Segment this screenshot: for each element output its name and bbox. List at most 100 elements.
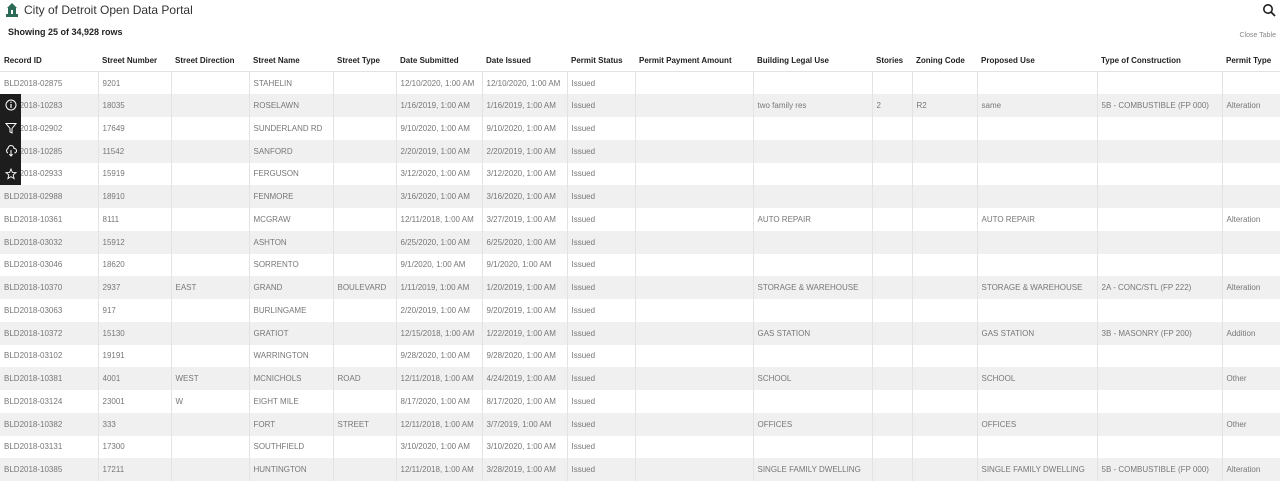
table-cell [1096, 344, 1222, 368]
table-cell: 8/17/2020, 1:00 AM [395, 390, 482, 413]
table-cell [911, 253, 977, 277]
column-header[interactable]: Zoning Code [912, 49, 977, 72]
table-cell: 19191 [97, 344, 171, 368]
table-row[interactable]: BLD2018-10385 17211 HUNTINGTON 12/11/2018, … [0, 458, 1280, 481]
table-cell [170, 139, 249, 163]
table-cell [752, 253, 872, 277]
table-cell: HUNTINGTON [248, 458, 333, 481]
column-header[interactable]: Proposed Use [977, 49, 1097, 72]
column-header[interactable]: Permit Status [567, 49, 635, 72]
table-row[interactable]: BLD2018-03131 17300 SOUTHFIELD 3/10/2020, 1… [0, 435, 1280, 459]
table-cell [1096, 390, 1222, 413]
table-cell: 18910 [97, 185, 171, 208]
column-header[interactable]: Street Direction [171, 49, 249, 72]
table-row[interactable]: BLD2018-10285 11542 SANFORD 2/20/2019, 1:00… [0, 139, 1280, 163]
table-cell: BLD2018-02875 [0, 71, 98, 95]
table-row[interactable]: BLD2018-10382 333 FORT STREET 12/11/2018, 1:… [0, 412, 1280, 436]
column-header[interactable]: Type of Construction [1097, 49, 1222, 72]
table-row[interactable]: BLD2018-10370 2937 EAST GRAND BOULEVARD 1/11/… [0, 276, 1280, 299]
table-row[interactable]: BLD2018-02933 15919 FERGUSON 3/12/2020, 1:0… [0, 162, 1280, 186]
table-cell: 9/1/2020, 1:00 AM [481, 253, 567, 277]
table-cell [871, 321, 912, 345]
table-row[interactable]: BLD2018-10381 4001 WEST MCNICHOLS ROAD 12/11/… [0, 367, 1280, 390]
table-cell [752, 185, 872, 208]
table-cell: 9/10/2020, 1:00 AM [395, 117, 482, 140]
table-cell: 12/10/2020, 1:00 AM [395, 71, 482, 95]
table-cell: Issued [566, 321, 635, 345]
table-row[interactable]: BLD2018-03102 19191 WARRINGTON 9/28/2020, 1… [0, 344, 1280, 368]
table-row[interactable]: BLD2018-10283 18035 ROSELAWN 1/16/2019, 1:0… [0, 94, 1280, 117]
table-cell: SCHOOL [752, 367, 872, 390]
column-header[interactable]: Permit Type [1222, 49, 1280, 72]
table-cell [911, 435, 977, 459]
table-cell [170, 71, 249, 95]
table-cell: Alteration [1221, 208, 1280, 231]
table-cell: WEST [170, 367, 249, 390]
table-row[interactable]: BLD2018-03032 15912 ASHTON 6/25/2020, 1:00 … [0, 230, 1280, 254]
table-cell: AUTO REPAIR [976, 208, 1097, 231]
table-cell: 9/1/2020, 1:00 AM [395, 253, 482, 277]
table-cell [634, 435, 753, 459]
info-icon [5, 99, 16, 111]
table-row[interactable]: BLD2018-02988 18910 FENMORE 3/16/2020, 1:00… [0, 185, 1280, 208]
table-cell [332, 117, 396, 140]
column-header[interactable]: Street Name [249, 49, 333, 72]
column-header[interactable]: Building Legal Use [753, 49, 872, 72]
close-table-link[interactable]: Close Table [1240, 32, 1276, 39]
table-cell: 12/10/2020, 1:00 AM [481, 71, 567, 95]
table-cell: 15130 [97, 321, 171, 345]
column-header[interactable]: Stories [872, 49, 912, 72]
table-cell [911, 208, 977, 231]
info-button[interactable] [0, 94, 21, 117]
table-cell: BLD2018-03102 [0, 344, 98, 368]
table-row[interactable]: BLD2018-10361 8111 MCGRAW 12/11/2018, 1:00 … [0, 208, 1280, 231]
column-header[interactable]: Street Type [333, 49, 396, 72]
table-cell: BLD2018-10385 [0, 458, 98, 481]
filter-button[interactable] [0, 117, 21, 140]
table-cell [752, 71, 872, 95]
table-row[interactable]: BLD2018-10372 15130 GRATIOT 12/15/2018, 1:0… [0, 321, 1280, 345]
table-cell: Issued [566, 390, 635, 413]
column-header[interactable]: Record ID [0, 49, 98, 72]
table-cell [1096, 412, 1222, 436]
table-cell [634, 458, 753, 481]
table-cell: two family res [752, 94, 872, 117]
favorite-button[interactable] [0, 162, 21, 185]
table-cell [332, 139, 396, 163]
column-header[interactable]: Street Number [98, 49, 171, 72]
column-header[interactable]: Date Submitted [396, 49, 482, 72]
table-cell: OFFICES [976, 412, 1097, 436]
table-cell: 17211 [97, 458, 171, 481]
table-cell: 11542 [97, 139, 171, 163]
table-cell: 5B - COMBUSTIBLE (FP 000) [1096, 94, 1222, 117]
side-toolbar [0, 94, 21, 185]
table-cell [1221, 299, 1280, 322]
table-row[interactable]: BLD2018-03124 23001 W EIGHT MILE 8/17/2020, … [0, 390, 1280, 413]
table-cell: 2937 [97, 276, 171, 299]
table-cell: Issued [566, 253, 635, 277]
table-cell [976, 185, 1097, 208]
table-cell: 4/24/2019, 1:00 AM [481, 367, 567, 390]
table-cell [1221, 390, 1280, 413]
table-row[interactable]: BLD2018-02902 17649 SUNDERLAND RD 9/10/2020… [0, 117, 1280, 140]
column-header[interactable]: Date Issued [482, 49, 567, 72]
table-cell: 17649 [97, 117, 171, 140]
table-cell: 8/17/2020, 1:00 AM [481, 390, 567, 413]
table-cell [976, 253, 1097, 277]
table-cell [170, 321, 249, 345]
table-cell: BLD2018-10361 [0, 208, 98, 231]
table-cell: 2/20/2019, 1:00 AM [481, 139, 567, 163]
column-header[interactable]: Permit Payment Amount [635, 49, 753, 72]
app-title: City of Detroit Open Data Portal [24, 3, 193, 17]
table-row[interactable]: BLD2018-02875 9201 STAHELIN 12/10/2020, 1:0… [0, 71, 1280, 95]
download-button[interactable] [0, 140, 21, 163]
table-cell [170, 208, 249, 231]
table-cell: 15919 [97, 162, 171, 186]
table-cell: 6/25/2020, 1:00 AM [395, 230, 482, 254]
table-row[interactable]: BLD2018-03063 917 BURLINGAME 2/20/2019, 1:0… [0, 299, 1280, 322]
table-cell: 3/12/2020, 1:00 AM [395, 162, 482, 186]
table-cell: STAHELIN [248, 71, 333, 95]
table-cell: 3/27/2019, 1:00 AM [481, 208, 567, 231]
table-row[interactable]: BLD2018-03046 18620 SORRENTO 9/1/2020, 1:00… [0, 253, 1280, 277]
search-icon[interactable] [1262, 3, 1276, 17]
